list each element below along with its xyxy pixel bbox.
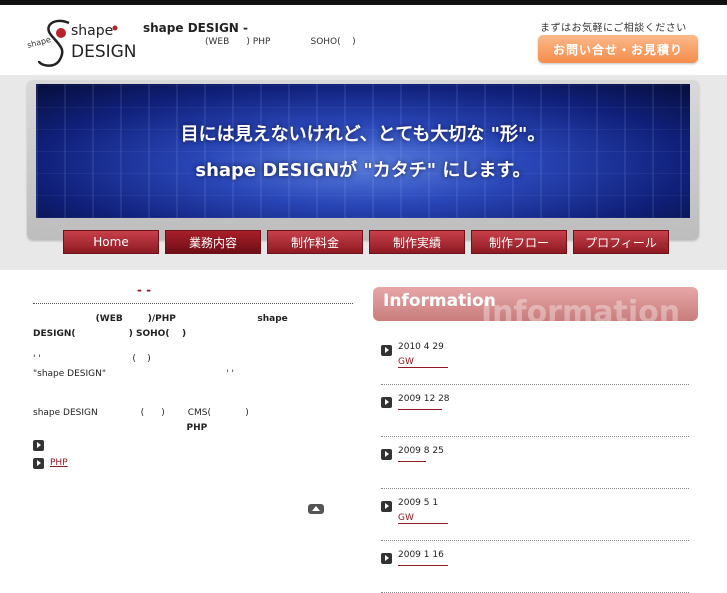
logo-text-side: shape: [26, 35, 52, 50]
arrow-icon: [381, 501, 392, 512]
nav-pricing[interactable]: 制作料金: [267, 230, 363, 254]
hero-area: 目には見えないけれど、とても大切な "形"。 shape DESIGNが "カタ…: [0, 75, 727, 270]
logo-text-bottom: DESIGN: [71, 42, 135, 62]
para3-line-1: shape DESIGN ( ) CMS( ): [33, 408, 249, 418]
site-header: shape DESIGN shape shape DESIGN - (WEB )…: [0, 5, 727, 75]
arrow-icon: [33, 457, 44, 469]
info-header: Information Information: [373, 287, 698, 321]
para2-line-1: ' ' ( ): [33, 354, 151, 364]
main-content: - - (WEB )/PHP shape DESIGN( ) SOHO( ) '…: [33, 283, 353, 514]
hero-banner: 目には見えないけれど、とても大切な "形"。 shape DESIGNが "カタ…: [36, 84, 690, 218]
news-link[interactable]: [398, 461, 426, 462]
arrow-icon: [381, 345, 392, 356]
news-link[interactable]: GW: [398, 357, 448, 368]
news-date: 2010 4 29: [398, 342, 444, 352]
news-item: 2010 4 29 GW: [381, 333, 689, 385]
news-date: 2009 12 28: [398, 394, 450, 404]
news-list: 2010 4 29 GW 2009 12 28 2009 8 25 2009 5…: [373, 333, 698, 593]
para3-line-2: PHP: [33, 423, 208, 433]
intro-line-1: (WEB )/PHP shape: [33, 314, 288, 324]
nav-flow[interactable]: 制作フロー: [471, 230, 567, 254]
arrow-icon: [381, 449, 392, 460]
info-panel: Information Information 2010 4 29 GW 200…: [373, 287, 698, 593]
news-link[interactable]: [398, 565, 448, 566]
news-item: 2009 1 16: [381, 541, 689, 593]
banner-background: [36, 84, 690, 218]
divider: [33, 303, 353, 304]
logo-text-top: shape: [71, 23, 113, 39]
info-title: Information: [383, 291, 496, 311]
main-nav: Home 業務内容 制作料金 制作実績 制作フロー プロフィール: [63, 230, 669, 254]
banner-line-2: shape DESIGNが "カタチ" にします。: [195, 160, 531, 181]
info-header-watermark: Information: [481, 295, 681, 321]
para2-line-2: "shape DESIGN" ' ': [33, 369, 234, 379]
site-title: shape DESIGN -: [143, 21, 249, 35]
intro-line-2: DESIGN( ) SOHO( ): [33, 327, 353, 342]
page-top-link[interactable]: [308, 504, 354, 514]
intro-rest: ) SOHO( ): [75, 329, 187, 339]
banner-frame: 目には見えないけれど、とても大切な "形"。 shape DESIGNが "カタ…: [27, 80, 699, 240]
news-date: 2009 8 25: [398, 446, 444, 456]
nav-services[interactable]: 業務内容: [165, 230, 261, 254]
news-item: 2009 5 1 GW: [381, 489, 689, 541]
arrow-icon: [33, 439, 44, 451]
arrow-icon: [381, 397, 392, 408]
news-date: 2009 1 16: [398, 550, 444, 560]
news-item: 2009 12 28: [381, 385, 689, 437]
banner-line-1: 目には見えないけれど、とても大切な "形"。: [180, 124, 546, 145]
intro-bold: DESIGN(: [33, 329, 76, 339]
contact-button[interactable]: お問い合せ・お見積り: [538, 35, 698, 63]
news-item: 2009 8 25: [381, 437, 689, 489]
nav-works[interactable]: 制作実績: [369, 230, 465, 254]
up-arrow-icon: [308, 504, 324, 514]
news-link[interactable]: GW: [398, 513, 448, 524]
arrow-icon: [381, 553, 392, 564]
nav-profile[interactable]: プロフィール: [573, 230, 669, 254]
content-link-php[interactable]: PHP: [50, 458, 92, 468]
link-row-2[interactable]: PHP: [33, 454, 353, 472]
logo-graphic: shape DESIGN shape: [26, 19, 137, 67]
site-subtitle: (WEB ) PHP SOHO( ): [205, 37, 356, 47]
news-date: 2009 5 1: [398, 498, 439, 508]
link-row-1[interactable]: [33, 436, 353, 454]
news-link[interactable]: [398, 409, 442, 410]
site-logo[interactable]: shape DESIGN shape: [25, 17, 137, 69]
nav-home[interactable]: Home: [63, 230, 159, 254]
contact-note: まずはお気軽にご相談ください: [540, 23, 687, 34]
main-heading: - -: [137, 283, 152, 297]
